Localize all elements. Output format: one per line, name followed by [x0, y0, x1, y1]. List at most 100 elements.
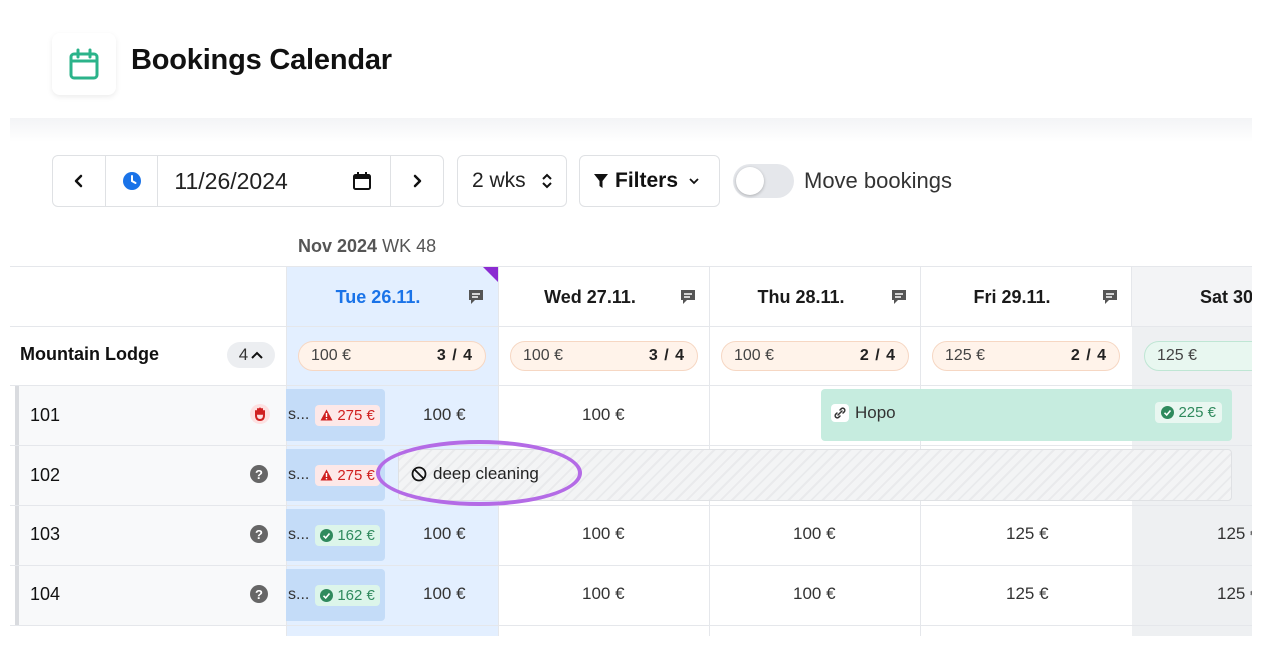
booking-price: 225 €: [1178, 404, 1216, 421]
question-icon[interactable]: ?: [250, 465, 268, 483]
check-circle-icon: [1161, 406, 1175, 419]
summary-price: 100 €: [734, 347, 775, 364]
comment-icon[interactable]: [467, 288, 485, 306]
summary-price: 100 €: [311, 347, 352, 364]
booking-guest: s...: [288, 526, 310, 543]
question-icon[interactable]: ?: [250, 525, 268, 543]
check-circle-icon: [320, 588, 334, 602]
day-summary[interactable]: 100 € 2 / 4: [721, 341, 909, 371]
month-label: Nov 2024: [298, 236, 378, 256]
room-name: 101: [30, 405, 61, 425]
app-icon-box: [52, 33, 116, 95]
room-name: 102: [30, 465, 61, 485]
comment-icon[interactable]: [890, 288, 908, 306]
day-label: Thu 28.11.: [757, 286, 845, 307]
day-header-fri[interactable]: Fri 29.11.: [921, 267, 1133, 327]
row-divider: [10, 565, 1252, 566]
chevron-up-icon: [251, 351, 263, 359]
room-name: 103: [30, 524, 61, 544]
day-summary[interactable]: 100 € 3 / 4: [510, 341, 698, 371]
summary-occupancy: 2 / 4: [859, 347, 896, 364]
summary-price: 100 €: [523, 347, 564, 364]
previous-button[interactable]: [53, 156, 106, 206]
booking-label: Hopo: [831, 403, 896, 423]
booking-guest: s...: [288, 586, 310, 603]
chevron-right-icon: [413, 174, 422, 188]
comment-icon[interactable]: [679, 288, 697, 306]
filters-label: Filters: [615, 169, 679, 192]
cell-price[interactable]: 100 €: [423, 524, 466, 544]
booking-bar[interactable]: s... 275 €: [286, 449, 385, 501]
page-title: Bookings Calendar: [131, 44, 392, 76]
move-bookings-toggle[interactable]: [733, 164, 794, 198]
day-header-wed[interactable]: Wed 27.11.: [499, 267, 711, 327]
group-count: 4: [238, 345, 249, 364]
day-label: Fri 29.11.: [973, 286, 1051, 307]
highlight-ellipse: [376, 440, 582, 506]
question-icon[interactable]: ?: [250, 585, 268, 603]
clock-icon: [122, 172, 141, 190]
move-bookings-label: Move bookings: [804, 168, 952, 193]
day-label: Sat 30: [1200, 286, 1252, 307]
date-value: 11/26/2024: [174, 167, 288, 194]
cell-price[interactable]: 125 €: [1217, 524, 1252, 544]
cell-price[interactable]: 100 €: [793, 524, 836, 544]
day-column-sat: Sat 30: [1131, 267, 1252, 327]
cell-price[interactable]: 100 €: [582, 584, 625, 604]
booking-guest: Hopo: [855, 403, 896, 422]
filter-icon: [594, 174, 608, 188]
cell-price[interactable]: 125 €: [1217, 584, 1252, 604]
warning-icon: [320, 469, 333, 481]
cell-price[interactable]: 100 €: [582, 405, 625, 425]
chevron-left-icon: [74, 174, 83, 188]
day-header-sat[interactable]: Sat 30: [1132, 267, 1252, 327]
day-summary[interactable]: 100 € 3 / 4: [298, 341, 486, 371]
row-divider: [10, 445, 1252, 446]
booking-price: 275 €: [337, 406, 375, 424]
summary-occupancy: 3 / 4: [436, 347, 473, 364]
comment-icon[interactable]: [1101, 288, 1119, 306]
row-divider: [10, 385, 1252, 386]
booking-price: 162 €: [337, 526, 375, 544]
hand-stop-icon[interactable]: [250, 404, 270, 424]
booking-bar[interactable]: s... 162 €: [286, 569, 385, 621]
today-button[interactable]: [106, 156, 159, 206]
booking-price-tag: 162 €: [315, 584, 380, 606]
select-arrows-icon: [542, 173, 552, 189]
today-marker-icon: [483, 267, 498, 282]
month-week-label: Nov 2024 WK 48: [298, 236, 436, 257]
link-icon: [831, 404, 849, 422]
booking-bar[interactable]: s... 275 €: [286, 389, 385, 441]
cell-price[interactable]: 100 €: [423, 584, 466, 604]
range-select[interactable]: 2 wks: [457, 155, 567, 207]
booking-bar-hopo[interactable]: Hopo 225 €: [821, 389, 1232, 441]
day-header-tue[interactable]: Tue 26.11.: [287, 267, 499, 327]
booking-price-tag: 275 €: [315, 404, 380, 426]
group-collapse-button[interactable]: 4: [227, 342, 275, 368]
cell-price[interactable]: 100 €: [793, 584, 836, 604]
calendar-icon: [69, 48, 99, 80]
cell-price[interactable]: 100 €: [423, 405, 466, 425]
day-summary[interactable]: 125 € 2 / 4: [932, 341, 1120, 371]
cell-price[interactable]: 100 €: [582, 524, 625, 544]
row-divider: [10, 326, 1252, 327]
date-input[interactable]: 11/26/2024: [158, 156, 392, 206]
calendar-grid: Tue 26.11. Wed 27.11. Thu 28.11. Fri 29.…: [10, 266, 1252, 636]
toggle-knob: [736, 167, 764, 195]
day-summary[interactable]: 125 €: [1144, 341, 1252, 371]
cell-price[interactable]: 125 €: [1006, 524, 1049, 544]
booking-guest: s...: [288, 406, 310, 423]
booking-price: 275 €: [337, 466, 375, 484]
next-button[interactable]: [391, 156, 443, 206]
day-label: Wed 27.11.: [544, 286, 636, 307]
row-divider: [10, 505, 1252, 506]
filters-button[interactable]: Filters: [579, 155, 720, 207]
chevron-down-icon: [689, 178, 699, 185]
booking-price-tag: 225 €: [1155, 402, 1222, 423]
cell-price[interactable]: 125 €: [1006, 584, 1049, 604]
group-name: Mountain Lodge: [20, 344, 159, 364]
booking-bar[interactable]: s... 162 €: [286, 509, 385, 561]
calendar-picker-icon[interactable]: [352, 171, 372, 191]
day-header-thu[interactable]: Thu 28.11.: [710, 267, 922, 327]
booking-price-tag: 162 €: [315, 524, 380, 546]
